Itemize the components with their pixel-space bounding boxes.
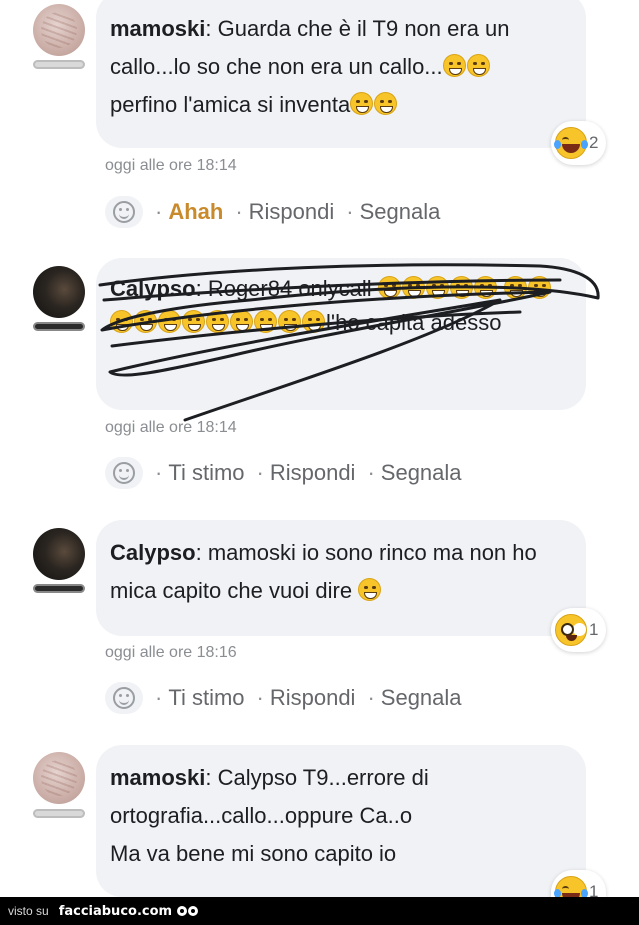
rofl-emoji-icon (527, 276, 551, 299)
reply-button[interactable]: Rispondi (270, 460, 356, 486)
presence-indicator (33, 584, 85, 593)
rofl-emoji-icon (230, 310, 253, 333)
avatar[interactable] (33, 528, 85, 580)
comment-bubble: mamoski: Calypso T9...errore di ortograf… (96, 745, 586, 897)
reaction-count: 1 (589, 882, 599, 897)
add-reaction-button[interactable] (105, 682, 143, 714)
site-brand[interactable]: facciabuco.com (59, 904, 172, 919)
report-button[interactable]: Segnala (381, 460, 462, 486)
add-reaction-button[interactable] (105, 457, 143, 489)
rofl-emoji-icon (302, 310, 325, 333)
comment-actions: · Ti stimo · Rispondi · Segnala (105, 456, 462, 490)
laugh-tears-reaction-icon (554, 876, 588, 897)
rofl-emoji-icon (449, 276, 473, 299)
comment-timestamp: oggi alle ore 18:14 (105, 419, 237, 436)
comment-timestamp: oggi alle ore 18:16 (105, 644, 237, 661)
rofl-emoji-icon (206, 310, 229, 333)
reaction-summary[interactable]: 1 (551, 870, 607, 897)
smiley-icon (113, 462, 135, 484)
wow-reaction-icon (555, 614, 587, 646)
eyes-logo-icon (177, 906, 199, 916)
grin-emoji-icon (442, 54, 466, 77)
comment-actions: · Ahah · Rispondi · Segnala (105, 195, 440, 229)
comment-bubble: Calypso: mamoski io sono rinco ma non ho… (96, 520, 586, 636)
rofl-emoji-icon (182, 310, 205, 333)
rofl-emoji-icon (158, 310, 181, 333)
rofl-emoji-icon (278, 310, 301, 333)
avatar[interactable] (33, 266, 85, 318)
reply-button[interactable]: Rispondi (270, 685, 356, 711)
comment-timestamp: oggi alle ore 18:14 (105, 157, 237, 174)
smiley-icon (113, 687, 135, 709)
watermark-footer: visto su facciabuco.com (0, 897, 639, 925)
reaction-count: 1 (589, 620, 599, 639)
comment-bubble: mamoski: Guarda che è il T9 non era un c… (96, 0, 586, 148)
laugh-tears-reaction-icon (554, 127, 588, 159)
add-reaction-button[interactable] (105, 196, 143, 228)
reaction-summary[interactable]: 1 (551, 608, 607, 652)
presence-indicator (33, 809, 85, 818)
reply-button[interactable]: Rispondi (249, 199, 335, 225)
comment-author[interactable]: mamoski (110, 765, 205, 790)
avatar[interactable] (33, 4, 85, 56)
rofl-emoji-icon (110, 310, 133, 333)
rofl-emoji-icon (134, 310, 157, 333)
reaction-summary[interactable]: 2 (551, 121, 607, 165)
comment-text: Calypso: mamoski io sono rinco ma non ho… (110, 540, 537, 603)
report-button[interactable]: Segnala (381, 685, 462, 711)
reaction-button[interactable]: Ahah (168, 199, 223, 225)
comment-text: mamoski: Calypso T9...errore di ortograf… (110, 765, 429, 866)
smiley-icon (113, 201, 135, 223)
avatar[interactable] (33, 752, 85, 804)
rofl-emoji-icon (473, 276, 497, 299)
grinning-emoji-icon (358, 578, 382, 601)
comment-author[interactable]: Calypso (110, 276, 196, 301)
reaction-button[interactable]: Ti stimo (168, 685, 244, 711)
presence-indicator (33, 60, 85, 69)
comment-text: Calypso: Roger84 onlycall l'ho capita ad… (110, 272, 566, 340)
visto-su-label: visto su (8, 904, 49, 918)
comment-bubble: Calypso: Roger84 onlycall l'ho capita ad… (96, 258, 586, 410)
comment-text: mamoski: Guarda che è il T9 non era un c… (110, 16, 510, 117)
comment-author[interactable]: Calypso (110, 540, 196, 565)
reaction-button[interactable]: Ti stimo (168, 460, 244, 486)
rofl-emoji-icon (377, 276, 401, 299)
presence-indicator (33, 322, 85, 331)
squint-laugh-emoji-icon (374, 92, 398, 115)
rofl-emoji-icon (401, 276, 425, 299)
report-button[interactable]: Segnala (360, 199, 441, 225)
grin-emoji-icon (466, 54, 490, 77)
rofl-emoji-icon (254, 310, 277, 333)
squint-laugh-emoji-icon (350, 92, 374, 115)
rofl-emoji-icon (503, 276, 527, 299)
comment-author[interactable]: mamoski (110, 16, 205, 41)
reaction-count: 2 (589, 133, 599, 152)
rofl-emoji-icon (425, 276, 449, 299)
comment-actions: · Ti stimo · Rispondi · Segnala (105, 681, 462, 715)
